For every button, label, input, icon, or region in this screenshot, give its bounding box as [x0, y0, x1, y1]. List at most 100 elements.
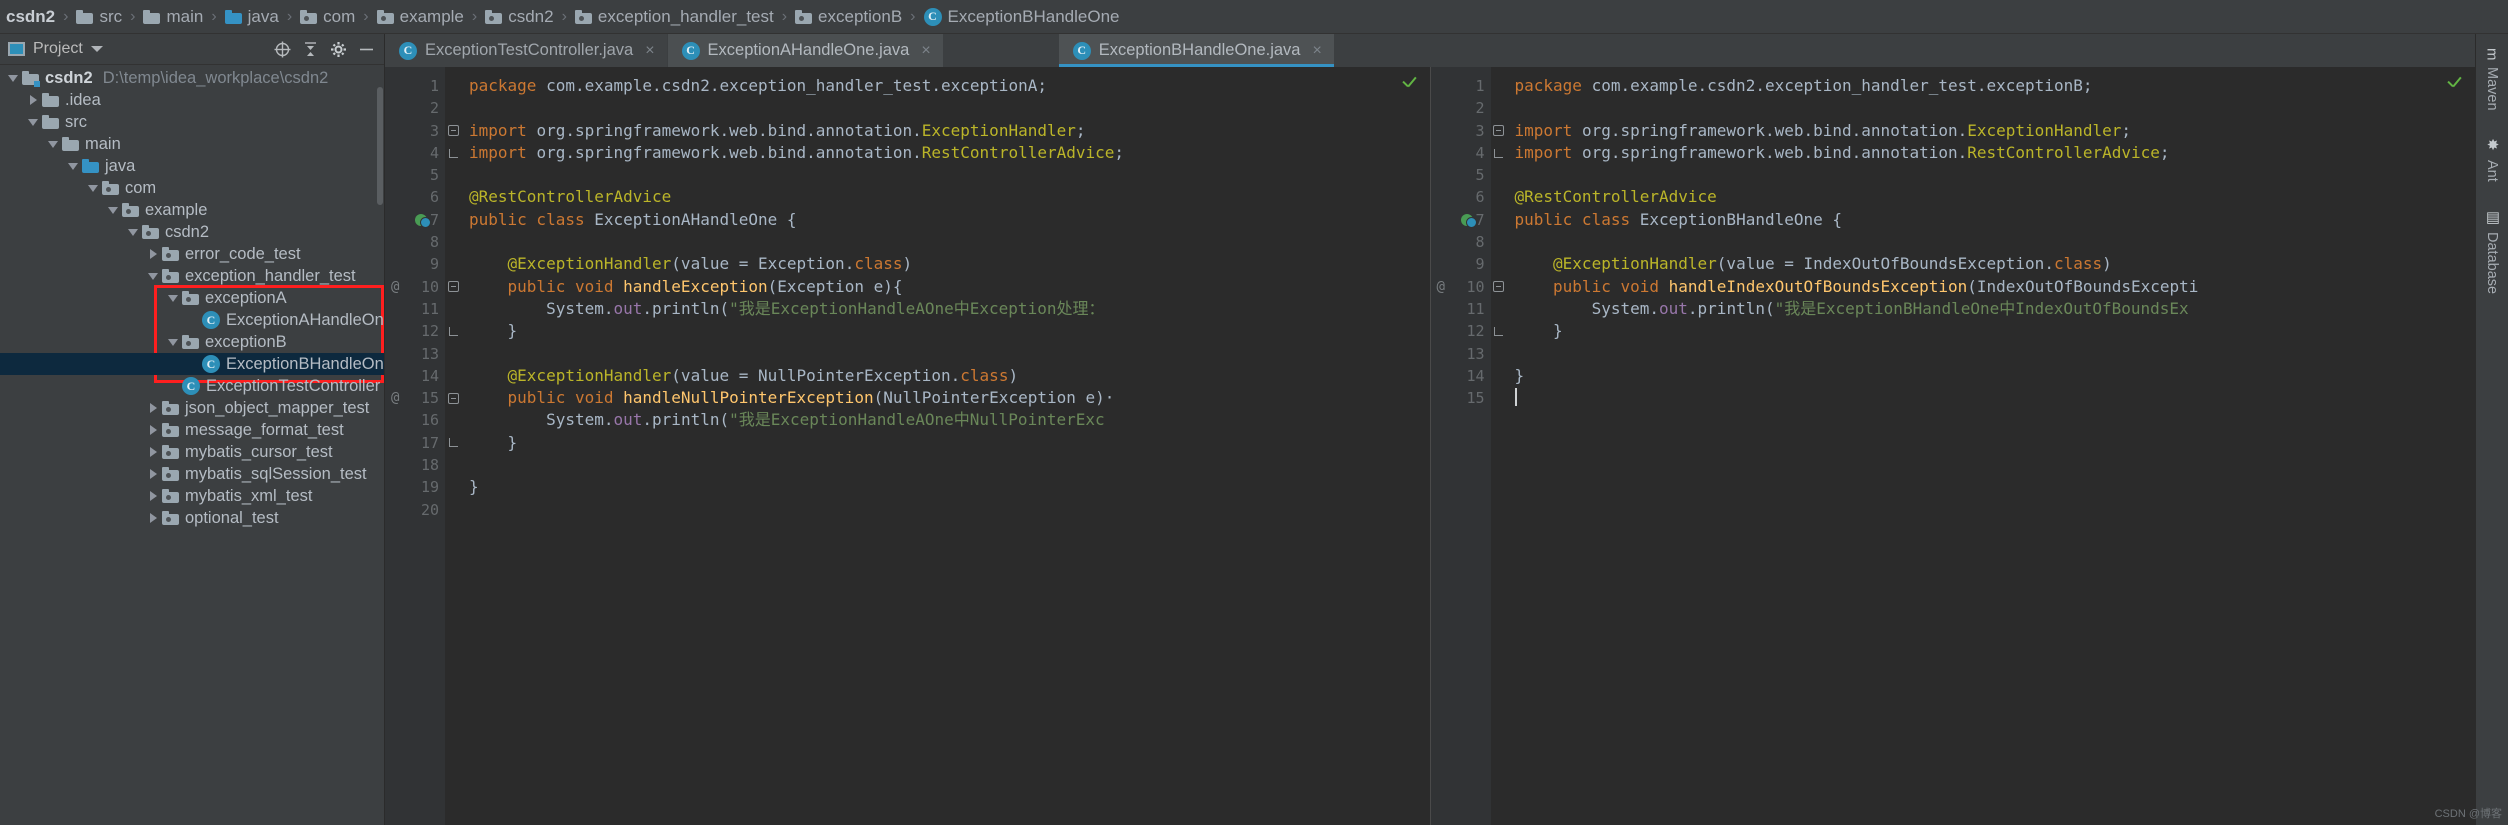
- tree-row[interactable]: mybatis_xml_test: [0, 485, 384, 507]
- tree-row[interactable]: C ExceptionTestController: [0, 375, 384, 397]
- tree-row[interactable]: exception_handler_test: [0, 265, 384, 287]
- close-icon[interactable]: ×: [921, 42, 930, 60]
- chevron-right-icon[interactable]: [146, 423, 160, 437]
- chevron-down-icon[interactable]: [126, 225, 140, 239]
- breadcrumb-item-java[interactable]: java: [223, 7, 281, 27]
- fold-end-icon[interactable]: [1494, 148, 1503, 158]
- breadcrumb-item-ExceptionBHandleOne[interactable]: C ExceptionBHandleOne: [922, 7, 1122, 27]
- fold-end-icon[interactable]: [448, 438, 458, 448]
- tree-row[interactable]: message_format_test: [0, 419, 384, 441]
- chevron-right-icon[interactable]: [146, 445, 160, 459]
- editor-tab-ExceptionBHandleOne[interactable]: C ExceptionBHandleOne.java ×: [1058, 34, 1335, 67]
- chevron-right-icon[interactable]: [146, 489, 160, 503]
- chevron-down-icon[interactable]: [106, 203, 120, 217]
- breadcrumb-item-main[interactable]: main: [141, 7, 205, 27]
- fold-collapse-icon[interactable]: [447, 281, 459, 293]
- tool-window-maven[interactable]: m Maven: [2484, 42, 2501, 116]
- editor-tab-ExceptionTestController[interactable]: C ExceptionTestController.java ×: [385, 34, 668, 67]
- chevron-down-icon[interactable]: [166, 335, 180, 349]
- fold-collapse-icon[interactable]: [447, 392, 459, 404]
- spring-bean-icon[interactable]: [415, 213, 431, 228]
- fold-end-icon[interactable]: [448, 326, 458, 336]
- chevron-right-icon[interactable]: [146, 511, 160, 525]
- tree-row[interactable]: java: [0, 155, 384, 177]
- tree-row-selected[interactable]: C ExceptionBHandleOne: [0, 353, 384, 375]
- fold-marker-slot: [1491, 387, 1507, 409]
- tree-row[interactable]: mybatis_sqlSession_test: [0, 463, 384, 485]
- editor-tab-bar[interactable]: C ExceptionTestController.java × C Exception…: [385, 34, 2475, 67]
- inspection-ok-icon[interactable]: [2447, 77, 2461, 91]
- tree-row[interactable]: main: [0, 133, 384, 155]
- line-number-gutter[interactable]: 1 2 3 4 5 6 7 8 9 @10 11 12 13 14 15: [1430, 67, 1491, 825]
- override-marker[interactable]: @: [391, 387, 399, 409]
- fold-end-icon[interactable]: [448, 148, 458, 158]
- chevron-right-icon[interactable]: [146, 401, 160, 415]
- tree-row[interactable]: C ExceptionAHandleOne: [0, 309, 384, 331]
- breadcrumb-item-csdn2[interactable]: csdn2: [483, 7, 555, 27]
- settings-gear-icon[interactable]: [328, 39, 348, 59]
- breadcrumb-item-exception_handler_test[interactable]: exception_handler_test: [573, 7, 776, 27]
- project-tree[interactable]: csdn2 D:\temp\idea_workplace\csdn2 .idea sr…: [0, 65, 384, 825]
- inspection-ok-icon[interactable]: [1402, 77, 1416, 91]
- close-icon[interactable]: ×: [645, 42, 654, 60]
- right-tool-window-bar[interactable]: m Maven ✸ Ant ▤ Database: [2475, 34, 2508, 825]
- code-line: public void handleException(Exception e)…: [461, 276, 1430, 298]
- chevron-down-icon[interactable]: [90, 46, 103, 52]
- tree-row[interactable]: json_object_mapper_test: [0, 397, 384, 419]
- fold-end-icon[interactable]: [1494, 326, 1503, 336]
- chevron-right-icon[interactable]: [146, 247, 160, 261]
- fold-collapse-icon[interactable]: [1493, 281, 1504, 293]
- chevron-down-icon[interactable]: [6, 71, 20, 85]
- breadcrumb-label: src: [99, 6, 123, 26]
- code-content[interactable]: package com.example.csdn2.exception_hand…: [1507, 67, 2476, 825]
- editor-tab-ExceptionAHandleOne[interactable]: C ExceptionAHandleOne.java ×: [667, 34, 944, 67]
- code-folding-column[interactable]: [445, 67, 461, 825]
- code-folding-column[interactable]: [1490, 67, 1507, 825]
- breadcrumb-item-exceptionB[interactable]: exceptionB: [793, 7, 904, 27]
- chevron-right-icon[interactable]: [26, 93, 40, 107]
- fold-collapse-icon[interactable]: [447, 125, 459, 137]
- spring-bean-icon[interactable]: [1460, 213, 1477, 228]
- close-icon[interactable]: ×: [1312, 42, 1321, 60]
- tree-row[interactable]: optional_test: [0, 507, 384, 529]
- tree-row[interactable]: exceptionA: [0, 287, 384, 309]
- code-content[interactable]: package com.example.csdn2.exception_hand…: [461, 67, 1430, 825]
- breadcrumb-item-example[interactable]: example: [375, 7, 466, 27]
- line-number-gutter[interactable]: 1 2 3 4 5 6 7 8 9 @10 11 12 13 14 @15 16 17 18 19 20: [385, 67, 445, 825]
- fold-collapse-icon[interactable]: [1493, 125, 1504, 137]
- tree-row[interactable]: exceptionB: [0, 331, 384, 353]
- editor-pane-ExceptionBHandleOne[interactable]: 1 2 3 4 5 6 7 8 9 @10 11 12 13 14 15 package com.exampl…: [1429, 67, 2476, 825]
- tree-row[interactable]: com: [0, 177, 384, 199]
- collapse-all-icon[interactable]: [300, 39, 320, 59]
- chevron-down-icon[interactable]: [26, 115, 40, 129]
- tree-row[interactable]: src: [0, 111, 384, 133]
- breadcrumb-separator: ›: [363, 7, 369, 25]
- chevron-down-icon[interactable]: [166, 291, 180, 305]
- tree-row[interactable]: mybatis_cursor_test: [0, 441, 384, 463]
- locate-icon[interactable]: [272, 39, 292, 59]
- tree-row[interactable]: error_code_test: [0, 243, 384, 265]
- breadcrumb-item-csdn2[interactable]: csdn2: [4, 7, 57, 27]
- chevron-down-icon[interactable]: [146, 269, 160, 283]
- breadcrumb-item-com[interactable]: com: [298, 7, 357, 27]
- override-marker[interactable]: @: [391, 276, 399, 298]
- breadcrumb-item-src[interactable]: src: [74, 7, 124, 27]
- fold-marker-slot: [1491, 120, 1507, 142]
- chevron-down-icon[interactable]: [66, 159, 80, 173]
- tree-row-label: mybatis_cursor_test: [185, 442, 333, 461]
- breadcrumb[interactable]: csdn2 › src › main › java › com › example › csdn2 › ex…: [0, 0, 2508, 34]
- fold-marker-slot: [445, 320, 461, 342]
- tree-row[interactable]: csdn2 D:\temp\idea_workplace\csdn2: [0, 67, 384, 89]
- hide-icon[interactable]: [356, 39, 376, 59]
- override-marker[interactable]: @: [1437, 276, 1445, 298]
- chevron-down-icon[interactable]: [86, 181, 100, 195]
- tree-row[interactable]: example: [0, 199, 384, 221]
- code-token: out: [613, 410, 643, 430]
- chevron-right-icon[interactable]: [146, 467, 160, 481]
- tree-row[interactable]: csdn2: [0, 221, 384, 243]
- tool-window-ant[interactable]: ✸ Ant: [2483, 130, 2501, 188]
- tree-row[interactable]: .idea: [0, 89, 384, 111]
- chevron-down-icon[interactable]: [46, 137, 60, 151]
- tool-window-database[interactable]: ▤ Database: [2483, 202, 2501, 300]
- editor-pane-ExceptionAHandleOne[interactable]: 1 2 3 4 5 6 7 8 9 @10 11 12 13 14 @15 16 17 18 19 20 package…: [385, 67, 1430, 825]
